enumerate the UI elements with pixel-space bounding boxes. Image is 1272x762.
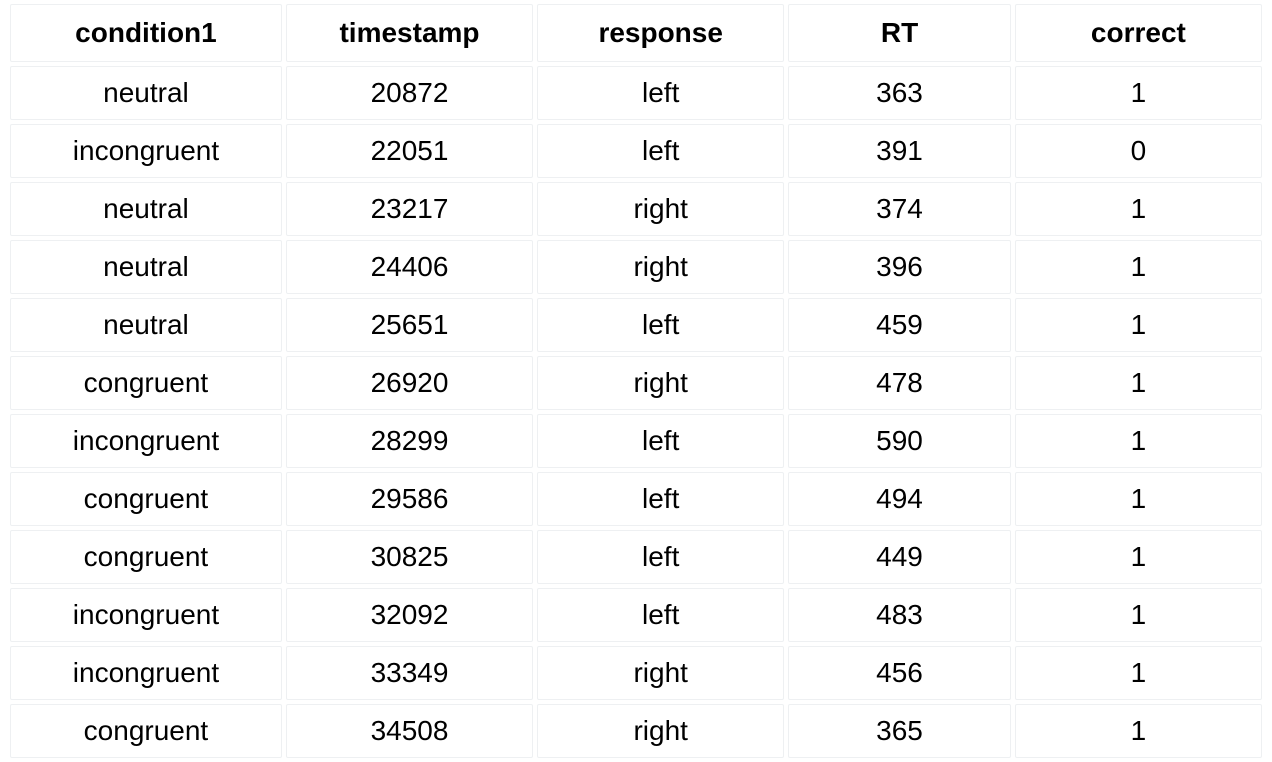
cell-correct: 1 [1015,530,1262,584]
cell-condition1: neutral [10,66,282,120]
cell-response: left [537,588,784,642]
table-row: congruent34508right3651 [10,704,1262,758]
column-header-correct: correct [1015,4,1262,62]
cell-rt: 483 [788,588,1010,642]
cell-timestamp: 33349 [286,646,533,700]
cell-rt: 590 [788,414,1010,468]
cell-condition1: neutral [10,182,282,236]
table-row: congruent29586left4941 [10,472,1262,526]
cell-response: left [537,124,784,178]
table-head: condition1timestampresponseRTcorrect [10,4,1262,62]
cell-response: right [537,704,784,758]
cell-timestamp: 20872 [286,66,533,120]
table-row: incongruent32092left4831 [10,588,1262,642]
cell-correct: 0 [1015,124,1262,178]
cell-correct: 1 [1015,704,1262,758]
cell-response: right [537,240,784,294]
cell-response: right [537,356,784,410]
cell-timestamp: 34508 [286,704,533,758]
cell-response: left [537,298,784,352]
cell-rt: 396 [788,240,1010,294]
cell-rt: 449 [788,530,1010,584]
column-header-rt: RT [788,4,1010,62]
cell-condition1: neutral [10,298,282,352]
column-header-response: response [537,4,784,62]
cell-rt: 494 [788,472,1010,526]
cell-rt: 459 [788,298,1010,352]
cell-timestamp: 26920 [286,356,533,410]
cell-condition1: congruent [10,356,282,410]
cell-rt: 391 [788,124,1010,178]
table-body: neutral20872left3631incongruent22051left… [10,66,1262,758]
table-row: incongruent33349right4561 [10,646,1262,700]
cell-correct: 1 [1015,298,1262,352]
cell-condition1: congruent [10,530,282,584]
cell-timestamp: 24406 [286,240,533,294]
cell-timestamp: 22051 [286,124,533,178]
cell-correct: 1 [1015,646,1262,700]
table-row: neutral20872left3631 [10,66,1262,120]
cell-condition1: incongruent [10,646,282,700]
cell-response: left [537,66,784,120]
cell-rt: 456 [788,646,1010,700]
cell-timestamp: 25651 [286,298,533,352]
cell-timestamp: 29586 [286,472,533,526]
cell-response: right [537,646,784,700]
table-row: neutral24406right3961 [10,240,1262,294]
cell-correct: 1 [1015,240,1262,294]
cell-correct: 1 [1015,66,1262,120]
table-wrapper: condition1timestampresponseRTcorrect neu… [0,0,1272,762]
table-row: neutral25651left4591 [10,298,1262,352]
table-row: neutral23217right3741 [10,182,1262,236]
cell-condition1: congruent [10,704,282,758]
column-header-timestamp: timestamp [286,4,533,62]
table-row: congruent30825left4491 [10,530,1262,584]
cell-response: left [537,472,784,526]
cell-timestamp: 30825 [286,530,533,584]
cell-rt: 365 [788,704,1010,758]
cell-rt: 363 [788,66,1010,120]
cell-timestamp: 28299 [286,414,533,468]
table-row: congruent26920right4781 [10,356,1262,410]
column-header-condition1: condition1 [10,4,282,62]
cell-condition1: incongruent [10,124,282,178]
cell-condition1: neutral [10,240,282,294]
data-table: condition1timestampresponseRTcorrect neu… [6,0,1266,762]
cell-rt: 478 [788,356,1010,410]
cell-rt: 374 [788,182,1010,236]
cell-response: left [537,414,784,468]
cell-correct: 1 [1015,182,1262,236]
cell-correct: 1 [1015,588,1262,642]
table-row: incongruent28299left5901 [10,414,1262,468]
cell-condition1: incongruent [10,588,282,642]
cell-condition1: congruent [10,472,282,526]
cell-correct: 1 [1015,356,1262,410]
table-header-row: condition1timestampresponseRTcorrect [10,4,1262,62]
cell-correct: 1 [1015,472,1262,526]
cell-timestamp: 23217 [286,182,533,236]
cell-response: right [537,182,784,236]
cell-condition1: incongruent [10,414,282,468]
cell-correct: 1 [1015,414,1262,468]
cell-timestamp: 32092 [286,588,533,642]
cell-response: left [537,530,784,584]
table-row: incongruent22051left3910 [10,124,1262,178]
